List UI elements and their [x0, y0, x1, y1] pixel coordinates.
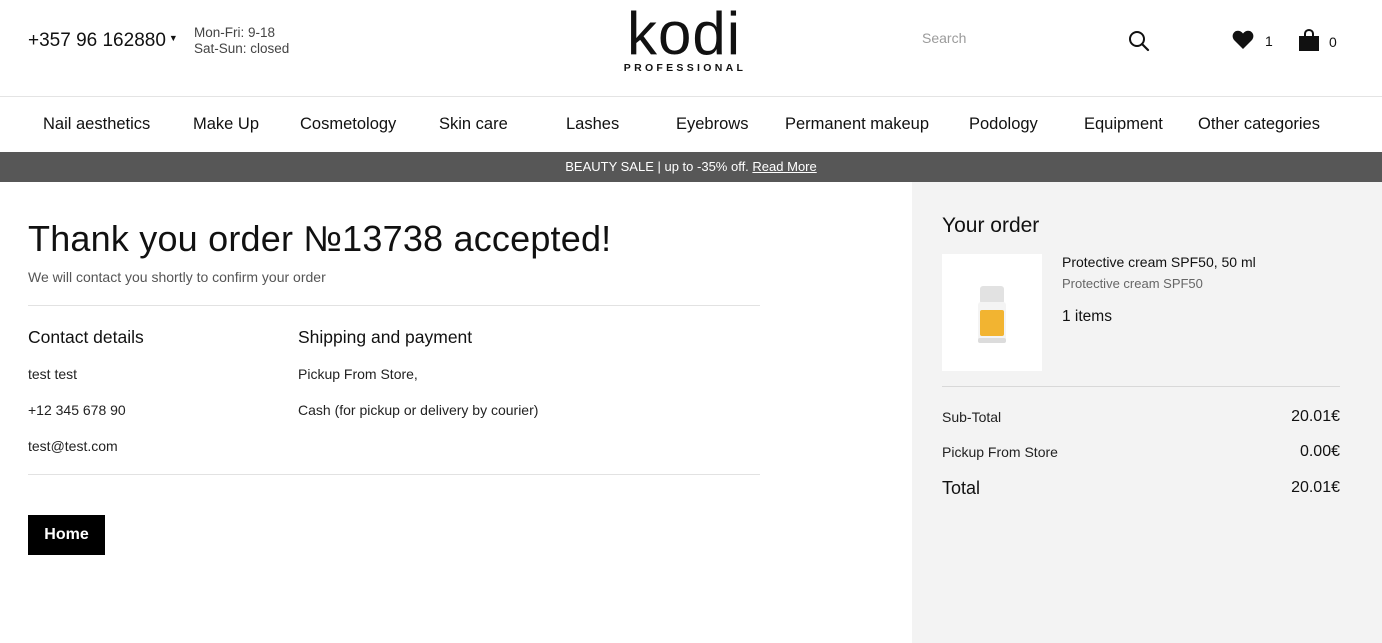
contact-phone: +12 345 678 90 [28, 402, 126, 418]
heart-icon[interactable] [1232, 30, 1254, 54]
product-quantity: 1 items [1062, 308, 1112, 325]
phone-number[interactable]: +357 96 162880 [28, 30, 166, 51]
order-summary: Your order Protective cream SPF50, 50 ml… [912, 182, 1382, 643]
site-header: +357 96 162880 ▼ Mon-Fri: 9-18 Sat-Sun: c… [0, 0, 1382, 97]
logo-subtitle[interactable]: PROFESSIONAL [611, 62, 757, 74]
nav-item-lashes[interactable]: Lashes [566, 115, 619, 134]
shipping-label: Pickup From Store [942, 444, 1058, 460]
cart-button[interactable]: 0 [1298, 28, 1337, 57]
search-icon[interactable] [1128, 30, 1150, 52]
nav-item-skin-care[interactable]: Skin care [439, 115, 508, 134]
total-value: 20.01€ [1291, 479, 1340, 496]
nav-item-cosmetology[interactable]: Cosmetology [300, 115, 396, 134]
subtotal-label: Sub-Total [942, 409, 1002, 425]
divider [942, 386, 1340, 387]
page-title: Thank you order №13738 accepted! [28, 218, 612, 259]
nav-item-make-up[interactable]: Make Up [193, 115, 259, 134]
promo-text: BEAUTY SALE | up to -35% off. [565, 159, 753, 174]
nav-item-equipment[interactable]: Equipment [1084, 115, 1163, 134]
search-bar [922, 30, 1152, 54]
subtotal-value: 20.01€ [1291, 408, 1340, 425]
cart-count: 0 [1329, 34, 1337, 50]
page-subtitle: We will contact you shortly to confirm y… [28, 269, 326, 285]
working-hours: Mon-Fri: 9-18 Sat-Sun: closed [194, 25, 289, 57]
main-nav: Nail aesthetics Make Up Cosmetology Skin… [0, 98, 1382, 152]
divider [28, 474, 760, 475]
divider [28, 305, 760, 306]
nav-item-other-categories[interactable]: Other categories [1198, 115, 1320, 134]
shipping-value: 0.00€ [1299, 443, 1340, 460]
product-image[interactable] [942, 254, 1042, 371]
promo-read-more-link[interactable]: Read More [752, 159, 816, 174]
hours-weekend: Sat-Sun: closed [194, 41, 290, 56]
logo-word[interactable]: kodi [611, 4, 757, 64]
contact-email: test@test.com [28, 438, 118, 454]
nav-item-eyebrows[interactable]: Eyebrows [676, 115, 748, 134]
payment-method: Cash (for pickup or delivery by courier) [298, 402, 539, 418]
shipping-payment-heading: Shipping and payment [298, 327, 473, 347]
product-subtitle: Protective cream SPF50 [1062, 276, 1203, 291]
wishlist-button[interactable]: 1 [1232, 30, 1273, 55]
wishlist-count: 1 [1265, 33, 1273, 49]
nav-item-permanent-makeup[interactable]: Permanent makeup [785, 115, 929, 134]
product-name[interactable]: Protective cream SPF50, 50 ml [1062, 254, 1256, 270]
search-input[interactable] [922, 30, 1112, 46]
contact-details-heading: Contact details [28, 327, 144, 347]
hours-weekdays: Mon-Fri: 9-18 [194, 25, 276, 40]
home-button[interactable]: Home [28, 515, 105, 555]
shopping-bag-icon[interactable] [1298, 28, 1320, 56]
product-bottle-icon [978, 286, 1006, 343]
nav-item-podology[interactable]: Podology [969, 115, 1038, 134]
phone-dropdown[interactable]: +357 96 162880 ▼ [28, 30, 178, 52]
contact-name: test test [28, 366, 78, 382]
order-summary-title: Your order [942, 214, 1040, 237]
nav-item-nail-aesthetics[interactable]: Nail aesthetics [43, 115, 150, 134]
shipping-method: Pickup From Store, [298, 366, 418, 382]
caret-down-icon[interactable]: ▼ [169, 33, 178, 43]
promo-banner: BEAUTY SALE | up to -35% off. Read More [0, 152, 1382, 182]
total-label: Total [942, 478, 981, 498]
logo[interactable]: kodi PROFESSIONAL [611, 4, 757, 75]
